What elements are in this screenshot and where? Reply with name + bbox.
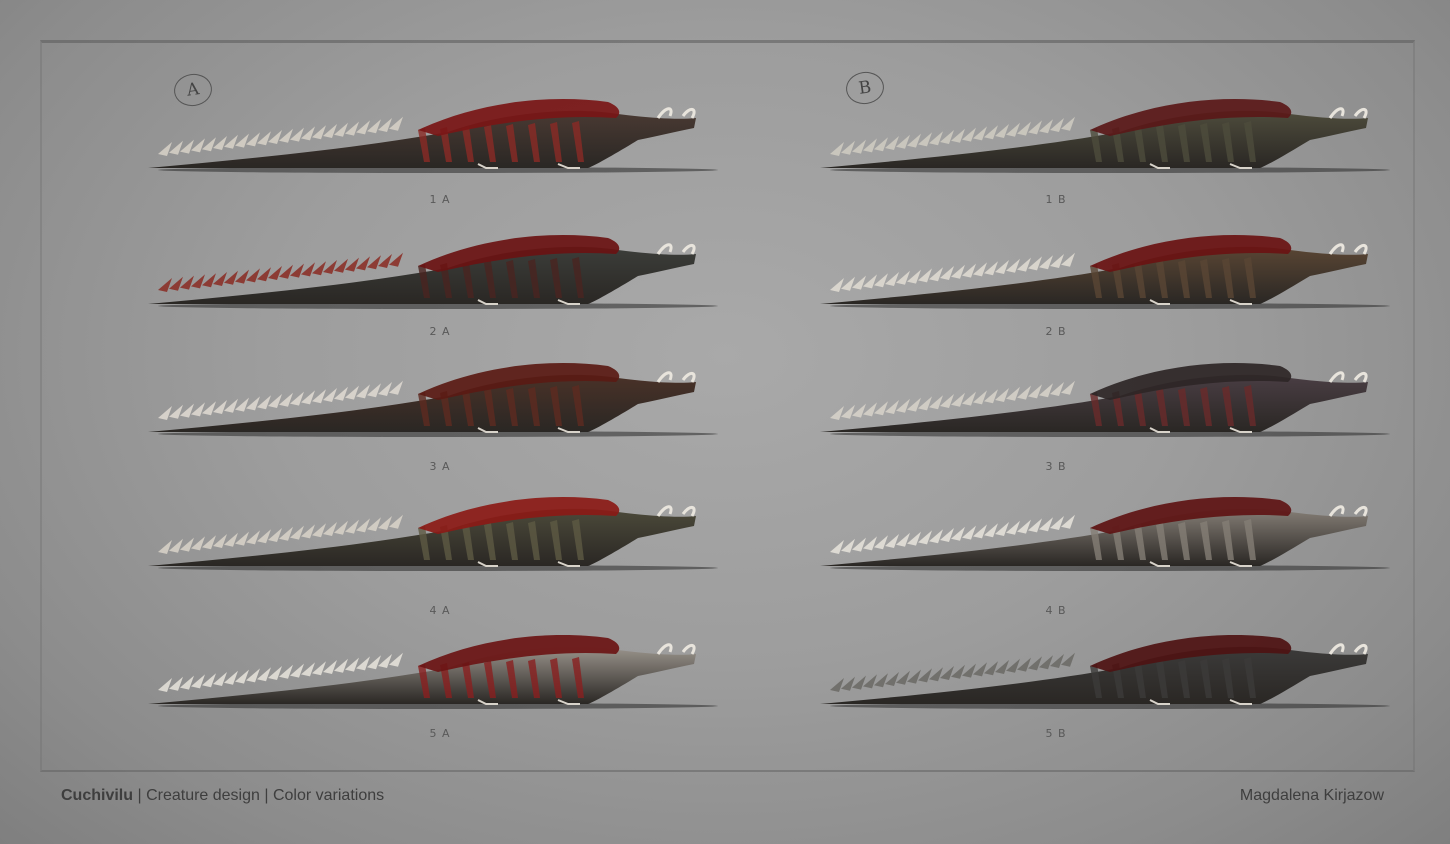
footer-caption: Cuchivilu | Creature design | Color vari… bbox=[61, 787, 384, 805]
creature-variant-4a bbox=[118, 490, 718, 580]
creature-variant-5a bbox=[118, 628, 718, 718]
footer-title: Cuchivilu bbox=[61, 787, 134, 804]
variant-label: 1 B bbox=[1045, 193, 1067, 206]
variant-label: 3 A bbox=[429, 460, 451, 473]
variant-label: 3 B bbox=[1045, 460, 1067, 473]
creature-variant-2b bbox=[790, 228, 1390, 318]
variant-label: 5 A bbox=[429, 727, 451, 740]
footer-subtitle: | Creature design | Color variations bbox=[133, 787, 385, 804]
variant-label: 2 A bbox=[429, 325, 451, 338]
variant-label: 1 A bbox=[429, 193, 451, 206]
creature-variant-5b bbox=[790, 628, 1390, 718]
variant-label: 2 B bbox=[1045, 325, 1067, 338]
variant-label: 5 B bbox=[1045, 727, 1067, 740]
variant-label: 4 B bbox=[1045, 604, 1067, 617]
creature-variant-1b bbox=[790, 92, 1390, 182]
creature-variant-4b bbox=[790, 490, 1390, 580]
variant-label: 4 A bbox=[429, 604, 451, 617]
creature-variant-3b bbox=[790, 356, 1390, 446]
creature-variant-1a bbox=[118, 92, 718, 182]
footer-author: Magdalena Kirjazow bbox=[1239, 787, 1384, 804]
creature-variant-2a bbox=[118, 228, 718, 318]
creature-variant-3a bbox=[118, 356, 718, 446]
